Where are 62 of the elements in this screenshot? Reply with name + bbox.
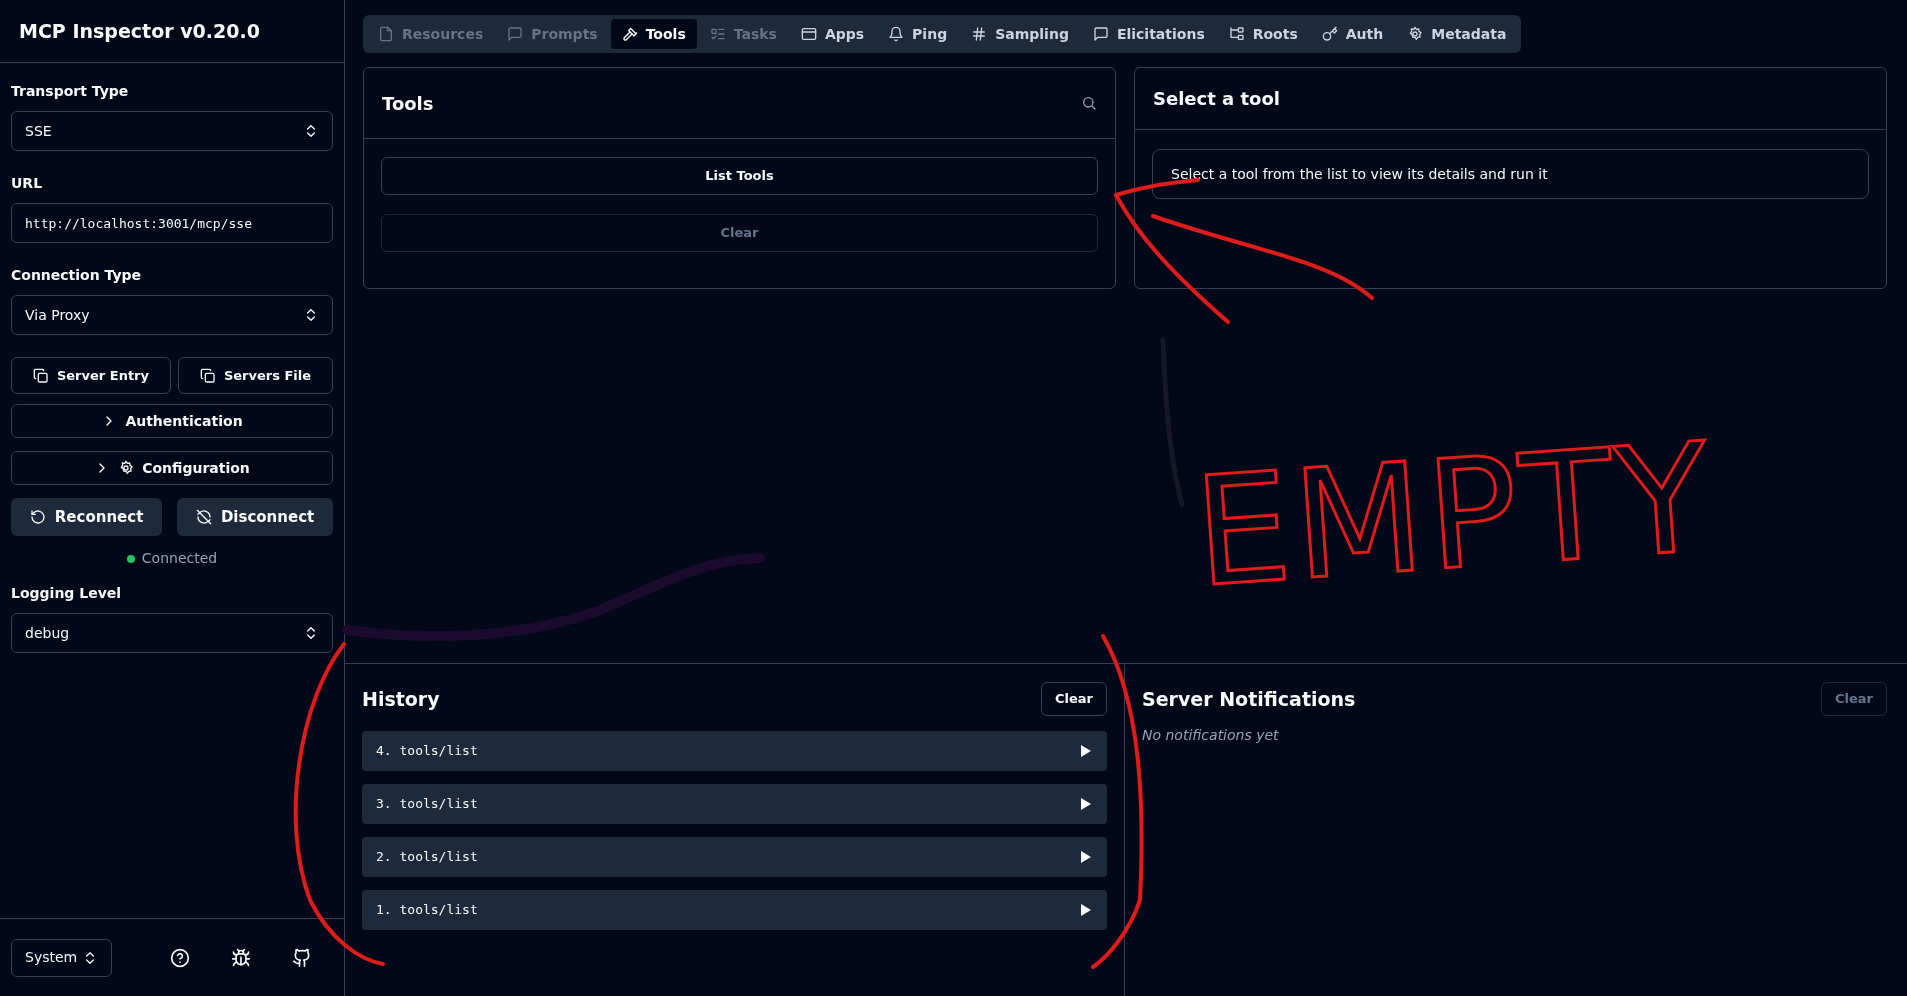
history-item[interactable]: 2. tools/list bbox=[362, 837, 1107, 877]
settings-icon bbox=[1407, 26, 1424, 42]
tab[interactable]: Metadata bbox=[1396, 19, 1518, 49]
reconnect-button[interactable]: Reconnect bbox=[11, 498, 163, 536]
collapsible-button[interactable]: Authentication bbox=[11, 404, 333, 438]
status-text: Connected bbox=[141, 549, 218, 568]
copy-button[interactable]: Server Entry bbox=[11, 357, 171, 394]
empty-message: No notifications yet bbox=[1142, 726, 1280, 745]
tab[interactable]: Apps bbox=[789, 19, 876, 49]
bug-icon bbox=[231, 947, 251, 968]
tab[interactable]: Ping bbox=[877, 19, 959, 49]
history-item[interactable]: 3. tools/list bbox=[362, 784, 1107, 824]
tree-icon bbox=[1228, 26, 1245, 42]
checklist-icon bbox=[709, 26, 726, 42]
tab[interactable]: Elicitations bbox=[1081, 19, 1216, 49]
document-icon bbox=[378, 26, 394, 42]
settings-icon bbox=[118, 460, 135, 476]
hash-icon bbox=[971, 26, 988, 42]
card-title: Tools bbox=[382, 91, 434, 116]
field-label: Transport Type bbox=[11, 82, 129, 101]
key-icon bbox=[1321, 26, 1338, 42]
github-button[interactable] bbox=[292, 947, 312, 968]
collapsible-button[interactable]: Configuration bbox=[11, 451, 333, 485]
history-item[interactable]: 1. tools/list bbox=[362, 890, 1107, 930]
chat-bubble-icon bbox=[507, 26, 524, 42]
select-field[interactable]: debug bbox=[11, 613, 333, 653]
copy-icon bbox=[32, 367, 49, 384]
chat-bubble-icon bbox=[1092, 26, 1109, 42]
url-field[interactable]: http://localhost:3001/mcp/sse bbox=[11, 203, 333, 243]
hammer-icon bbox=[621, 26, 638, 42]
help-button[interactable] bbox=[170, 947, 190, 968]
section-title: Server Notifications bbox=[1142, 686, 1356, 712]
list-tools-button[interactable]: List Tools bbox=[381, 157, 1098, 195]
search-button[interactable] bbox=[1081, 95, 1097, 111]
tab[interactable]: Roots bbox=[1217, 19, 1309, 49]
section-title: History bbox=[362, 686, 440, 712]
refresh-icon bbox=[29, 509, 46, 525]
select-field[interactable]: Via Proxy bbox=[11, 295, 333, 335]
tab[interactable]: Auth bbox=[1310, 19, 1395, 49]
unplug-icon bbox=[195, 509, 212, 525]
field-label: Connection Type bbox=[11, 266, 142, 285]
history-item[interactable]: 4. tools/list bbox=[362, 731, 1107, 771]
handwritten-annotation: EMPTY bbox=[1190, 422, 1718, 608]
info-message: Select a tool from the list to view its details and run it bbox=[1152, 149, 1869, 199]
disconnect-button[interactable]: Disconnect bbox=[177, 498, 333, 536]
window-icon bbox=[800, 26, 817, 42]
tab[interactable]: Tools bbox=[610, 19, 697, 49]
github-icon bbox=[292, 947, 312, 968]
theme-select[interactable]: System bbox=[11, 938, 112, 977]
clear-button[interactable]: Clear bbox=[1041, 682, 1107, 716]
select-field[interactable]: SSE bbox=[11, 111, 333, 151]
field-label: Logging Level bbox=[11, 584, 122, 603]
bell-icon bbox=[888, 26, 905, 42]
search-icon bbox=[1081, 95, 1097, 111]
tab[interactable]: Sampling bbox=[960, 19, 1080, 49]
field-label: URL bbox=[11, 174, 43, 193]
bug-button[interactable] bbox=[231, 947, 251, 968]
help-icon bbox=[170, 947, 190, 968]
app-title: MCP Inspector v0.20.0 bbox=[19, 18, 260, 44]
card-title: Select a tool bbox=[1153, 87, 1280, 111]
copy-button[interactable]: Servers File bbox=[177, 357, 333, 394]
copy-icon bbox=[199, 367, 216, 384]
